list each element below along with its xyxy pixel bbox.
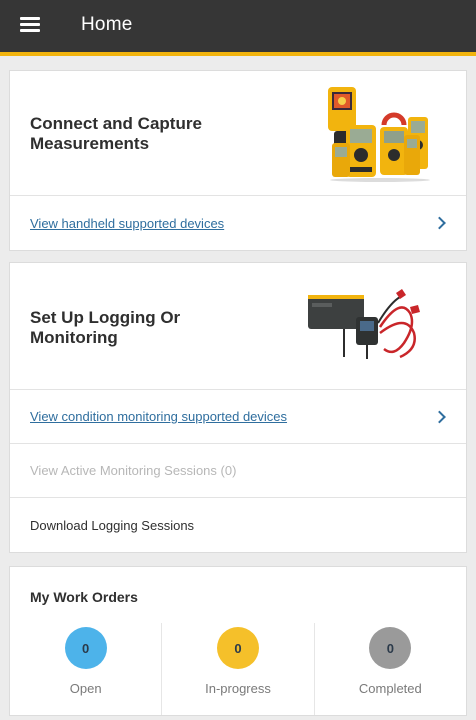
logging-card: Set Up Logging Or Monitoring View condit… <box>9 262 467 553</box>
menu-icon[interactable] <box>20 15 44 35</box>
handheld-devices-image <box>328 87 430 182</box>
work-orders-completed[interactable]: 0 Completed <box>315 623 466 715</box>
download-logging-label[interactable]: Download Logging Sessions <box>30 518 194 533</box>
view-condition-monitoring-link[interactable]: View condition monitoring supported devi… <box>30 409 287 424</box>
view-handheld-devices-row[interactable]: View handheld supported devices <box>10 196 466 250</box>
connect-hero: Connect and Capture Measurements <box>10 71 466 196</box>
active-sessions-row: View Active Monitoring Sessions (0) <box>10 444 466 498</box>
view-condition-monitoring-row[interactable]: View condition monitoring supported devi… <box>10 390 466 444</box>
chevron-right-icon <box>433 216 446 230</box>
logging-hero: Set Up Logging Or Monitoring <box>10 263 466 390</box>
work-orders-card: My Work Orders 0 Open 0 In-progress 0 Co… <box>9 566 467 716</box>
in-progress-count-badge: 0 <box>216 627 259 669</box>
work-orders-stats: 0 Open 0 In-progress 0 Completed <box>10 623 466 715</box>
work-orders-open[interactable]: 0 Open <box>10 623 163 715</box>
chevron-right-icon <box>433 410 446 423</box>
connect-card: Connect and Capture Measurements View ha… <box>9 70 467 251</box>
logger-device-image <box>308 289 420 359</box>
active-sessions-label: View Active Monitoring Sessions (0) <box>30 463 237 478</box>
connect-title: Connect and Capture Measurements <box>30 114 202 153</box>
download-logging-row[interactable]: Download Logging Sessions <box>10 498 466 552</box>
open-count-badge: 0 <box>64 627 107 669</box>
in-progress-label: In-progress <box>205 681 271 696</box>
open-label: Open <box>69 681 102 696</box>
logging-title: Set Up Logging Or Monitoring <box>30 308 181 347</box>
completed-label: Completed <box>358 681 422 696</box>
work-orders-title: My Work Orders <box>30 589 138 605</box>
page-title: Home <box>81 14 133 35</box>
completed-count-badge: 0 <box>369 627 412 669</box>
view-handheld-devices-link[interactable]: View handheld supported devices <box>30 216 224 231</box>
app-bar: Home <box>0 0 476 56</box>
work-orders-in-progress[interactable]: 0 In-progress <box>162 623 315 715</box>
